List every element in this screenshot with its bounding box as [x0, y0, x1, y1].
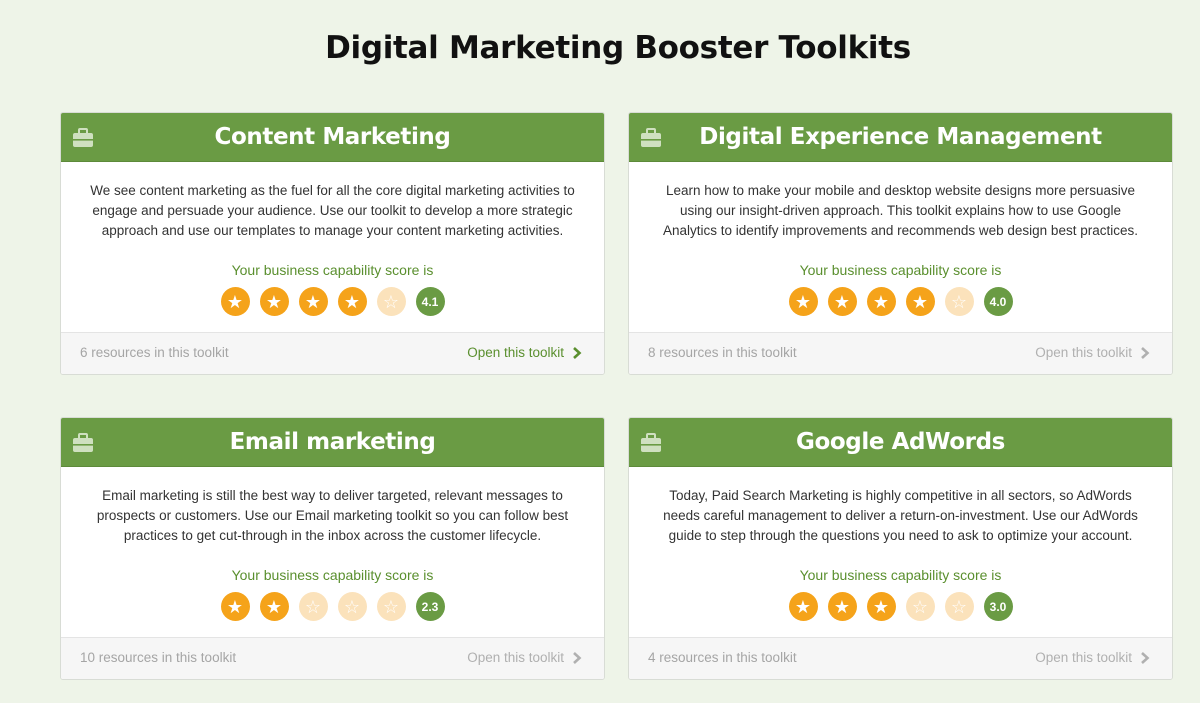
star-icon: ☆ — [376, 287, 406, 316]
score-badge: 4.0 — [983, 287, 1013, 316]
star-rating: ★ ★ ★ ★ ☆ 4.0 — [629, 287, 1172, 316]
card-title[interactable]: Email marketing — [61, 418, 604, 466]
star-icon: ★ — [827, 592, 857, 621]
star-icon: ★ — [866, 592, 896, 621]
card-footer: 10 resources in this toolkit Open this t… — [61, 637, 604, 679]
star-icon: ☆ — [376, 592, 406, 621]
star-rating: ★ ★ ★ ☆ ☆ 3.0 — [629, 592, 1172, 621]
open-toolkit-label[interactable]: Open this toolkit — [1035, 333, 1132, 373]
resource-count: 8 resources in this toolkit — [648, 345, 797, 360]
star-icon: ☆ — [944, 592, 974, 621]
star-icon: ★ — [866, 287, 896, 316]
card-footer: 8 resources in this toolkit Open this to… — [629, 332, 1172, 374]
resource-count: 10 resources in this toolkit — [80, 650, 237, 665]
star-icon: ☆ — [905, 592, 935, 621]
chevron-right-icon[interactable] — [1140, 652, 1150, 664]
star-icon: ★ — [788, 287, 818, 316]
open-toolkit-label[interactable]: Open this toolkit — [467, 638, 564, 678]
star-icon: ☆ — [298, 592, 328, 621]
chevron-right-icon[interactable] — [572, 652, 582, 664]
score-label: Your business capability score is — [231, 262, 434, 278]
star-icon: ★ — [259, 592, 289, 621]
star-icon: ★ — [220, 592, 250, 621]
card-title[interactable]: Google AdWords — [629, 418, 1172, 466]
star-icon: ★ — [827, 287, 857, 316]
card-description: We see content marketing as the fuel for… — [90, 183, 575, 238]
open-toolkit-link[interactable]: Open this toolkit — [1035, 333, 1150, 373]
star-rating: ★ ★ ★ ★ ☆ 4.1 — [61, 287, 604, 316]
card-description: Email marketing is still the best way to… — [96, 488, 569, 543]
resource-count: 6 resources in this toolkit — [80, 345, 229, 360]
star-rating: ★ ★ ☆ ☆ ☆ 2.3 — [61, 592, 604, 621]
toolkit-card: Google AdWords Today, Paid Search Market… — [628, 417, 1173, 680]
score-label: Your business capability score is — [799, 262, 1002, 278]
card-footer: 6 resources in this toolkit Open this to… — [61, 332, 604, 374]
score-label: Your business capability score is — [231, 567, 434, 583]
star-icon: ☆ — [337, 592, 367, 621]
open-toolkit-label[interactable]: Open this toolkit — [467, 333, 564, 373]
card-header: Content Marketing — [61, 113, 604, 162]
star-icon: ☆ — [944, 287, 974, 316]
toolkit-card: Content Marketing We see content marketi… — [60, 112, 605, 375]
score-badge: 2.3 — [415, 592, 445, 621]
card-description: Today, Paid Search Marketing is highly c… — [663, 488, 1138, 543]
score-label: Your business capability score is — [799, 567, 1002, 583]
open-toolkit-label[interactable]: Open this toolkit — [1035, 638, 1132, 678]
card-footer: 4 resources in this toolkit Open this to… — [629, 637, 1172, 679]
open-toolkit-link[interactable]: Open this toolkit — [467, 333, 582, 373]
page-title: Digital Marketing Booster Toolkits — [325, 30, 911, 66]
card-description: Learn how to make your mobile and deskto… — [663, 183, 1138, 238]
card-title[interactable]: Digital Experience Management — [629, 113, 1172, 161]
resource-count: 4 resources in this toolkit — [648, 650, 797, 665]
chevron-right-icon[interactable] — [1140, 347, 1150, 359]
open-toolkit-link[interactable]: Open this toolkit — [1035, 638, 1150, 678]
open-toolkit-link[interactable]: Open this toolkit — [467, 638, 582, 678]
star-icon: ★ — [337, 287, 367, 316]
chevron-right-icon[interactable] — [572, 347, 582, 359]
card-header: Google AdWords — [629, 418, 1172, 467]
card-title[interactable]: Content Marketing — [61, 113, 604, 161]
score-badge: 4.1 — [415, 287, 445, 316]
star-icon: ★ — [298, 287, 328, 316]
card-header: Digital Experience Management — [629, 113, 1172, 162]
star-icon: ★ — [259, 287, 289, 316]
toolkit-card: Digital Experience Management Learn how … — [628, 112, 1173, 375]
star-icon: ★ — [220, 287, 250, 316]
star-icon: ★ — [905, 287, 935, 316]
score-badge: 3.0 — [983, 592, 1013, 621]
star-icon: ★ — [788, 592, 818, 621]
toolkit-card: Email marketing Email marketing is still… — [60, 417, 605, 680]
card-header: Email marketing — [61, 418, 604, 467]
